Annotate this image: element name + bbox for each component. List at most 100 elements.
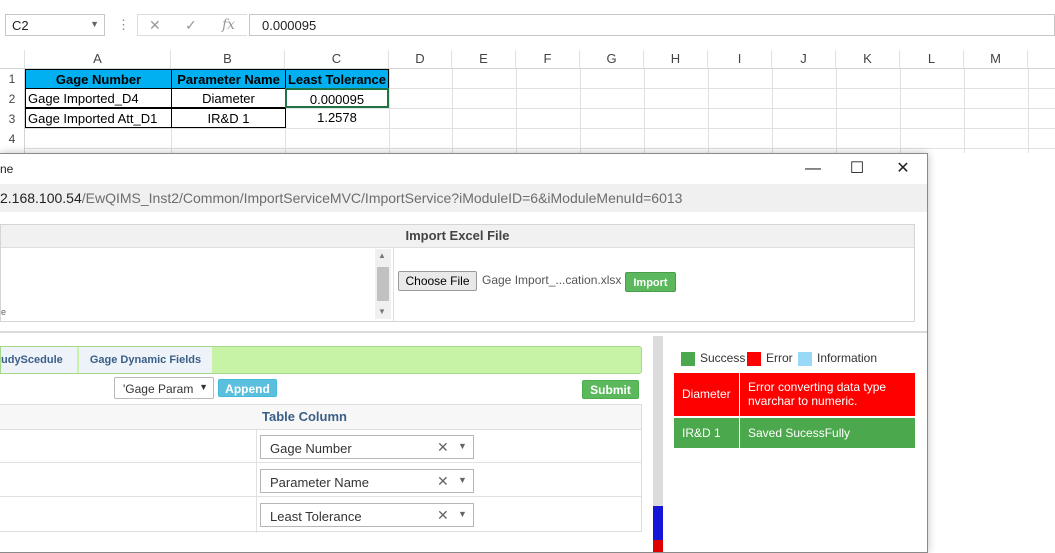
cell-a1[interactable]: Gage Number <box>25 69 172 89</box>
scroll-up-icon[interactable]: ▲ <box>378 251 386 260</box>
tab-study-schedule[interactable]: udyScedule <box>1 347 77 373</box>
import-panel-header: Import Excel File <box>1 225 914 248</box>
cell-c1[interactable]: Least Tolerance <box>285 69 389 89</box>
import-dialog: ne — ☐ ✕ 2.168.100.54/EwQIMS_Inst2/Commo… <box>0 153 928 553</box>
parameter-select[interactable]: 'Gage Param ▼ <box>114 377 214 399</box>
url-path: /EwQIMS_Inst2/Common/ImportServiceMVC/Im… <box>81 190 683 206</box>
import-panel: Import Excel File e ▲ ▼ Choose File Gage… <box>0 224 915 322</box>
chevron-down-icon[interactable]: ▼ <box>458 509 467 519</box>
table-row: Least Tolerance ✕ ▼ <box>0 497 641 531</box>
column-select[interactable]: Least Tolerance ✕ ▼ <box>260 503 474 527</box>
import-panel-title: Import Excel File <box>405 228 510 243</box>
scroll-thumb[interactable] <box>377 267 389 301</box>
result-param-success: IR&D 1 <box>674 418 739 448</box>
table-row: Gage Number ✕ ▼ <box>0 429 641 463</box>
column-header[interactable]: H <box>644 50 708 68</box>
row-header[interactable]: 2 <box>0 89 25 109</box>
column-select[interactable]: Parameter Name ✕ ▼ <box>260 469 474 493</box>
chevron-down-icon[interactable]: ▼ <box>458 441 467 451</box>
gridline <box>644 69 645 153</box>
cell-b1[interactable]: Parameter Name <box>171 69 286 89</box>
table-header: Table Column <box>0 405 641 430</box>
gridline <box>900 69 901 153</box>
selected-file-name: Gage Import_...cation.xlsx <box>482 273 622 287</box>
enter-check-icon[interactable]: ✓ <box>185 17 197 34</box>
success-swatch <box>681 352 695 366</box>
gridline <box>452 69 453 153</box>
legend-error: Error <box>766 351 793 365</box>
divider <box>393 247 394 321</box>
close-icon[interactable]: ✕ <box>883 158 923 180</box>
cancel-icon[interactable]: ✕ <box>149 17 161 34</box>
formula-actions: ✕ ✓ fx <box>137 14 247 36</box>
choose-file-button[interactable]: Choose File <box>398 271 477 291</box>
column-header[interactable]: G <box>580 50 644 68</box>
gridline <box>389 69 390 153</box>
left-fragment: e <box>1 307 7 317</box>
import-button[interactable]: Import <box>625 272 676 292</box>
result-message-error: Error converting data type nvarchar to n… <box>740 373 915 416</box>
cell-b2[interactable]: Diameter <box>171 88 286 108</box>
formula-bar: C2 ▼ ⋮ ✕ ✓ fx 0.000095 <box>0 0 1055 52</box>
cell-c3[interactable]: 1.2578 <box>285 108 389 128</box>
more-options-icon[interactable]: ⋮ <box>117 17 130 33</box>
column-header[interactable]: J <box>772 50 836 68</box>
cell-a3[interactable]: Gage Imported Att_D1 <box>25 108 172 128</box>
table-column-header: Table Column <box>262 409 347 424</box>
select-all-corner[interactable] <box>0 50 25 68</box>
minimize-icon[interactable]: — <box>793 158 833 180</box>
cell-b3[interactable]: IR&D 1 <box>171 108 286 128</box>
vertical-scrollbar[interactable]: ▲ ▼ <box>375 249 391 319</box>
address-bar[interactable]: 2.168.100.54/EwQIMS_Inst2/Common/ImportS… <box>0 184 927 213</box>
column-select[interactable]: Gage Number ✕ ▼ <box>260 435 474 459</box>
column-header[interactable]: I <box>708 50 772 68</box>
name-box[interactable]: C2 ▼ <box>5 14 105 36</box>
submit-button[interactable]: Submit <box>582 380 639 399</box>
gridline <box>836 69 837 153</box>
column-header[interactable]: F <box>516 50 580 68</box>
clear-icon[interactable]: ✕ <box>437 507 449 524</box>
chevron-down-icon[interactable]: ▼ <box>90 19 99 29</box>
column-header[interactable]: L <box>900 50 964 68</box>
scroll-marker <box>653 506 663 540</box>
url-text: 2.168.100.54/EwQIMS_Inst2/Common/ImportS… <box>0 190 682 206</box>
vertical-scrollbar[interactable] <box>653 336 663 552</box>
scroll-down-icon[interactable]: ▼ <box>378 307 386 316</box>
column-header[interactable]: D <box>389 50 452 68</box>
gridline <box>516 69 517 153</box>
scroll-marker <box>653 540 663 552</box>
append-button[interactable]: Append <box>218 379 277 397</box>
insert-function-icon[interactable]: fx <box>222 17 235 33</box>
cell-c2-selected[interactable]: 0.000095 <box>285 88 389 108</box>
column-headers: A B C D E F G H I J K L M <box>0 50 1055 69</box>
result-param-error: Diameter <box>674 373 739 416</box>
maximize-icon[interactable]: ☐ <box>837 158 877 180</box>
tab-gage-dynamic-fields[interactable]: Gage Dynamic Fields <box>79 347 212 373</box>
cell-a2[interactable]: Gage Imported_D4 <box>25 88 172 108</box>
column-header[interactable]: E <box>452 50 516 68</box>
tab-strip: udyScedule Gage Dynamic Fields <box>0 346 642 374</box>
column-header[interactable]: B <box>171 50 285 68</box>
clear-icon[interactable]: ✕ <box>437 439 449 456</box>
column-header[interactable]: A <box>25 50 171 68</box>
column-header[interactable]: C <box>285 50 389 68</box>
dialog-title: ne <box>0 162 14 176</box>
clear-icon[interactable]: ✕ <box>437 473 449 490</box>
table-row: Parameter Name ✕ ▼ <box>0 463 641 497</box>
chevron-down-icon: ▼ <box>199 382 208 392</box>
formula-input[interactable]: 0.000095 <box>249 14 1055 36</box>
row-header[interactable]: 3 <box>0 109 25 129</box>
gridline <box>708 69 709 153</box>
url-host: 2.168.100.54 <box>0 190 82 206</box>
divider <box>0 331 927 333</box>
column-select-value: Gage Number <box>270 441 352 456</box>
formula-value: 0.000095 <box>262 18 317 33</box>
dialog-titlebar[interactable]: ne — ☐ ✕ <box>0 154 927 184</box>
parameter-select-value: 'Gage Param <box>123 382 194 396</box>
chevron-down-icon[interactable]: ▼ <box>458 475 467 485</box>
row-header[interactable]: 4 <box>0 129 25 149</box>
column-header[interactable]: K <box>836 50 900 68</box>
error-swatch <box>747 352 761 366</box>
column-header[interactable]: M <box>964 50 1028 68</box>
row-header[interactable]: 1 <box>0 69 25 89</box>
